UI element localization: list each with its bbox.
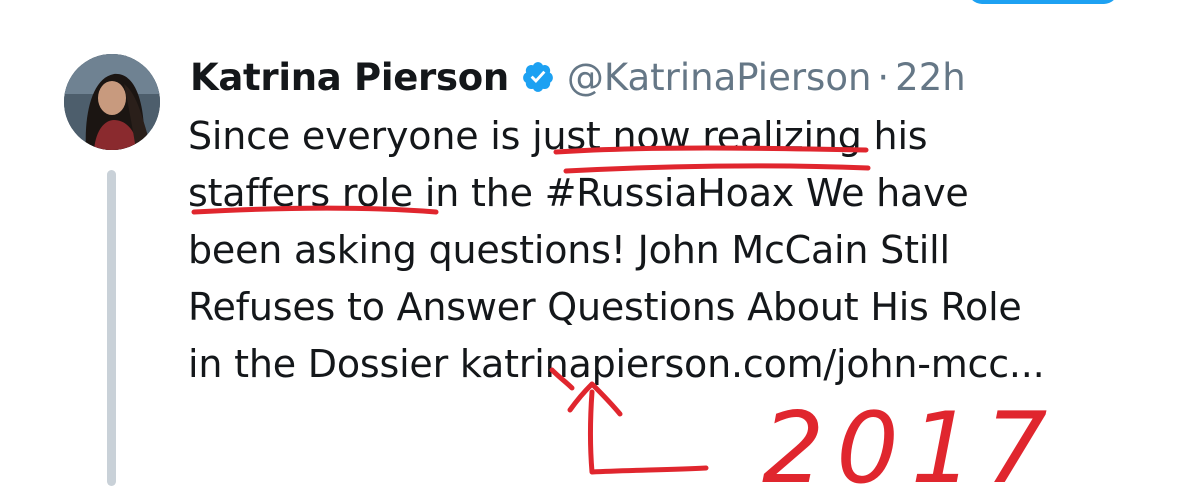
tweet-timestamp[interactable]: 22h (895, 56, 966, 99)
author-name[interactable]: Katrina Pierson (190, 56, 509, 99)
tweet-body: Since everyone is just now realizing his… (188, 108, 1188, 393)
tweet-header: Katrina Pierson @KatrinaPierson · 22h (190, 52, 966, 102)
header-separator: · (877, 55, 890, 99)
author-handle[interactable]: @KatrinaPierson (567, 56, 872, 99)
tweet-text-line-5: in the Dossier katrinapierson.com/john-m… (188, 342, 1045, 386)
handwritten-year: 2017 (762, 392, 1059, 496)
tweet-text-line-1: Since everyone is just now realizing his (188, 114, 928, 158)
avatar[interactable] (64, 54, 160, 150)
tweet-text-line-2: staffers role in the #RussiaHoax We have (188, 171, 969, 215)
tweet-text-line-4: Refuses to Answer Questions About His Ro… (188, 285, 1022, 329)
follow-button-edge[interactable] (968, 0, 1118, 4)
thread-connector-line (107, 170, 116, 486)
verified-badge-icon (522, 62, 553, 92)
tweet-text-line-3: been asking questions! John McCain Still (188, 228, 950, 272)
arrow-shaft (588, 389, 709, 475)
